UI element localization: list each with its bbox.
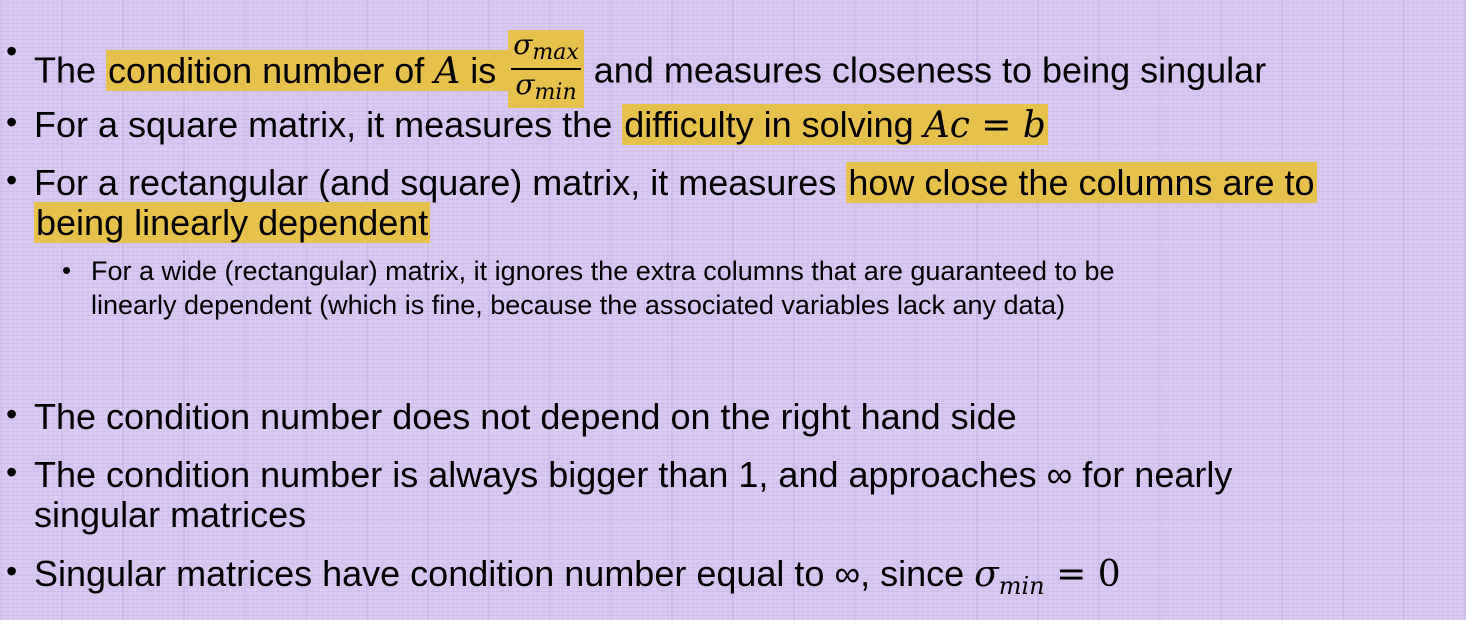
bullet-singular-matrices: Singular matrices have condition number … xyxy=(34,554,1121,606)
text: difficulty in solving xyxy=(624,104,924,145)
math-equals-zero: = 0 xyxy=(1044,554,1121,595)
bullet-bigger-than-one-line1: The condition number is always bigger th… xyxy=(34,454,1233,495)
bullet-dot: • xyxy=(6,396,18,432)
sub-bullet-wide-matrix-line1: For a wide (rectangular) matrix, it igno… xyxy=(91,256,1115,286)
text: For a rectangular (and square) matrix, i… xyxy=(34,162,847,203)
highlight: being linearly dependent xyxy=(34,202,431,243)
fraction-denominator: σmin xyxy=(515,68,577,106)
fraction-numerator: σmax xyxy=(511,30,581,70)
bullet-dot: • xyxy=(6,162,18,198)
bullet-right-hand-side: The condition number does not depend on … xyxy=(34,396,1017,437)
slide: • The condition number of A is σmax σmin … xyxy=(0,0,1466,620)
text: The xyxy=(34,49,107,91)
text: Singular matrices have condition number … xyxy=(34,553,975,594)
bullet-rectangular-matrix: For a rectangular (and square) matrix, i… xyxy=(34,162,1317,203)
text: condition number of xyxy=(108,49,435,91)
math-sigma: σ xyxy=(974,554,999,595)
bullet-dot: • xyxy=(6,104,18,140)
text: and measures closeness to being singular xyxy=(583,49,1267,91)
bullet-bigger-than-one-line2: singular matrices xyxy=(34,494,307,535)
math-equation: Ac = b xyxy=(923,105,1046,146)
bullet-square-matrix: For a square matrix, it measures the dif… xyxy=(34,104,1048,146)
sigma-ratio-fraction: σmax σmin xyxy=(508,30,584,108)
text: For a square matrix, it measures the xyxy=(34,104,623,145)
math-var: A xyxy=(434,50,461,92)
bullet-dot: • xyxy=(6,33,18,69)
math-subscript: min xyxy=(998,572,1045,600)
highlight: condition number of A is xyxy=(106,49,509,92)
bullet-rectangular-matrix-line2: being linearly dependent xyxy=(34,202,431,243)
highlight: difficulty in solving Ac = b xyxy=(622,104,1048,146)
sub-bullet-wide-matrix-line2: linearly dependent (which is fine, becau… xyxy=(91,290,1066,320)
text: is xyxy=(460,49,507,91)
bullet-dot: • xyxy=(6,553,18,589)
highlight: how close the columns are to xyxy=(846,162,1317,203)
bullet-dot: • xyxy=(6,454,18,490)
sub-bullet-dot: • xyxy=(62,255,72,285)
bullet-condition-number-definition: The condition number of A is σmax σmin an… xyxy=(34,30,1267,112)
